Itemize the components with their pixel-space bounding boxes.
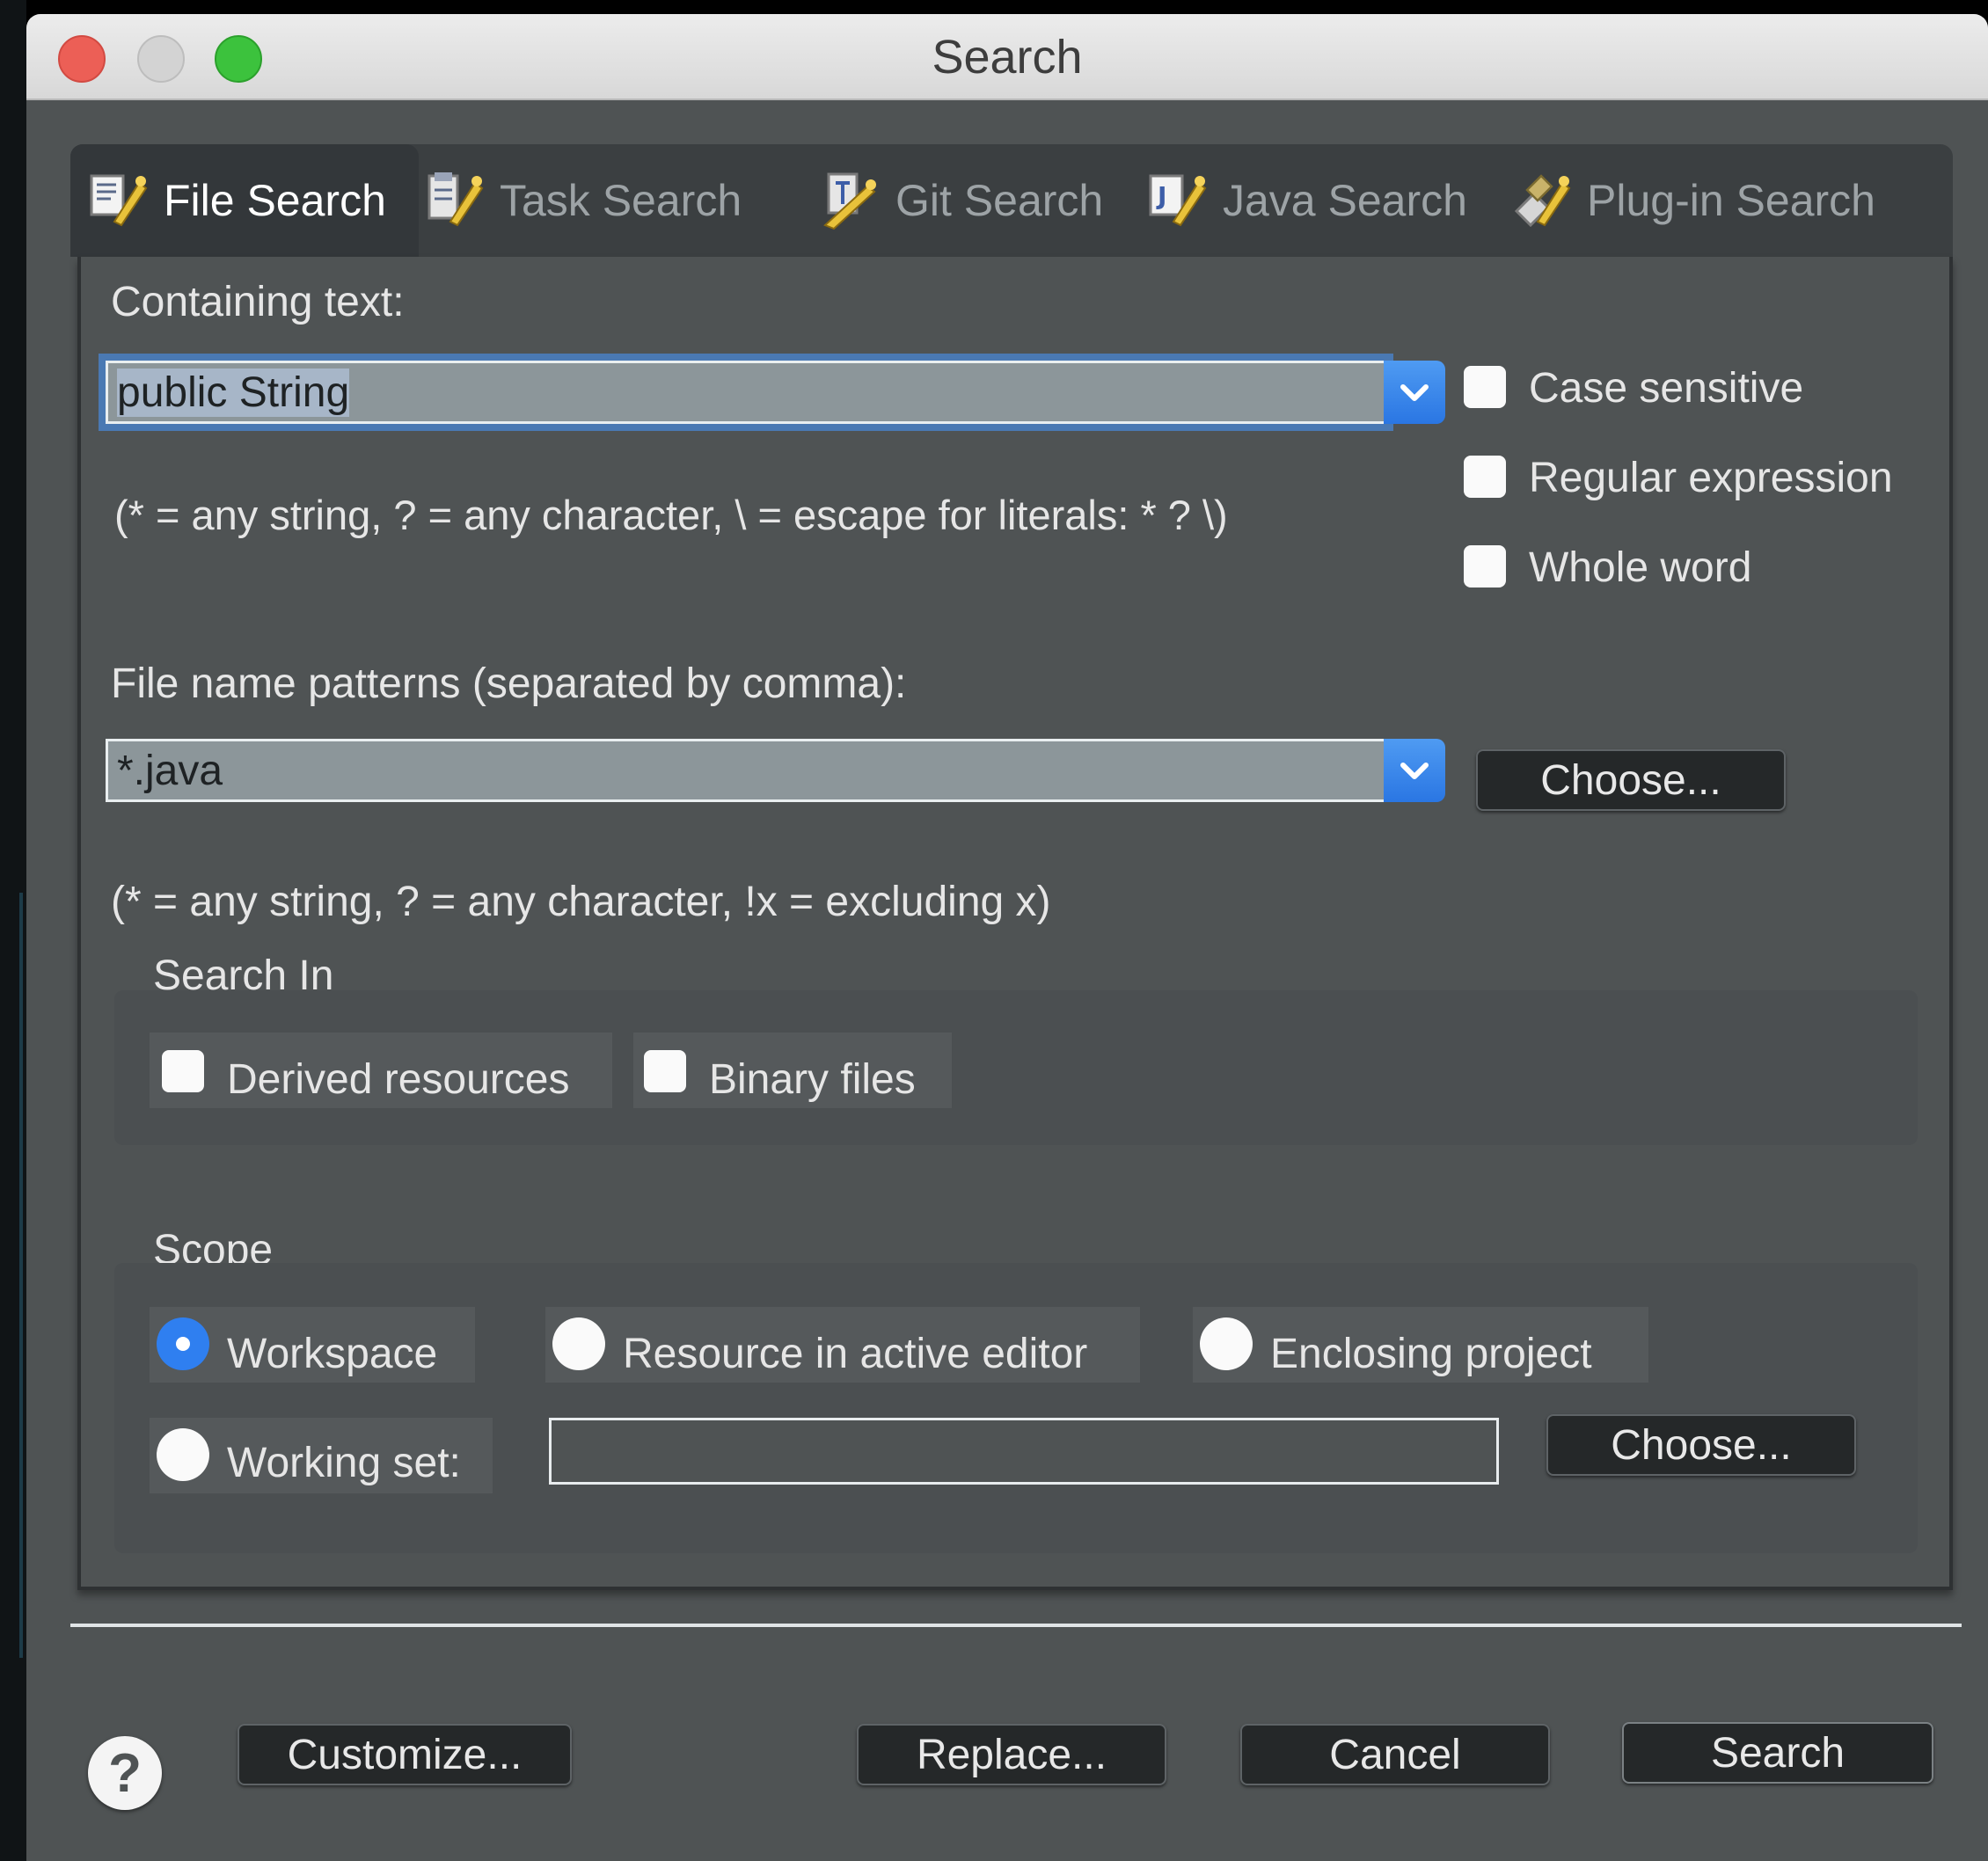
replace-button[interactable]: Replace... [857, 1724, 1166, 1785]
containing-text-hint: (* = any string, ? = any character, \ = … [114, 492, 1228, 538]
file-patterns-hint: (* = any string, ? = any character, !x =… [111, 879, 1051, 925]
help-icon[interactable]: ? [88, 1736, 162, 1810]
cancel-button[interactable]: Cancel [1240, 1724, 1550, 1785]
enclosing-project-radio[interactable] [1200, 1317, 1253, 1370]
binary-files-label: Binary files [709, 1056, 916, 1103]
search-tab-strip: File Search Task Search Git Search J Jav… [70, 144, 1953, 257]
window-title: Search [932, 31, 1083, 84]
working-set-radio[interactable] [157, 1428, 209, 1481]
file-patterns-label: File name patterns (separated by comma): [111, 660, 907, 707]
search-dialog: Search File Search Task Search Git Searc… [26, 14, 1988, 1861]
customize-button[interactable]: Customize... [238, 1724, 572, 1785]
case-sensitive-checkbox[interactable] [1464, 366, 1506, 408]
file-patterns-combo[interactable]: *.java [106, 739, 1445, 802]
background-window-edge [0, 0, 26, 1861]
chevron-down-icon [1400, 384, 1429, 401]
footer-separator [70, 1624, 1962, 1627]
task-search-icon [428, 172, 484, 227]
file-patterns-dropdown-button[interactable] [1384, 739, 1445, 802]
title-bar: Search [26, 14, 1988, 100]
enclosing-project-label: Enclosing project [1270, 1331, 1592, 1377]
search-button[interactable]: Search [1622, 1722, 1933, 1784]
svg-text:J: J [1156, 181, 1166, 210]
tab-label: Task Search [500, 176, 742, 225]
file-search-icon [90, 174, 148, 227]
background-window-accent [19, 893, 23, 1658]
file-patterns-value[interactable]: *.java [117, 747, 223, 795]
tab-task-search[interactable]: Task Search [422, 144, 742, 257]
derived-resources-label: Derived resources [227, 1056, 570, 1103]
containing-text-dropdown-button[interactable] [1384, 361, 1445, 424]
working-set-label: Working set: [227, 1440, 461, 1486]
containing-text-value[interactable]: public String [117, 369, 350, 417]
tab-git-search[interactable]: Git Search [818, 144, 1103, 257]
plugin-search-icon [1514, 174, 1571, 228]
resource-in-active-editor-label: Resource in active editor [623, 1331, 1088, 1377]
whole-word-label: Whole word [1529, 544, 1752, 591]
tab-label: Git Search [895, 176, 1104, 225]
choose-working-set-button[interactable]: Choose... [1546, 1414, 1856, 1476]
working-set-field[interactable] [549, 1418, 1499, 1485]
java-search-icon: J [1149, 174, 1207, 227]
tab-label: Plug-in Search [1587, 176, 1875, 225]
tab-label: File Search [164, 176, 386, 225]
regular-expression-checkbox[interactable] [1464, 456, 1506, 498]
tab-label: Java Search [1223, 176, 1467, 225]
workspace-label: Workspace [227, 1331, 438, 1377]
containing-text-label: Containing text: [111, 279, 405, 325]
binary-files-checkbox[interactable] [644, 1050, 686, 1092]
case-sensitive-label: Case sensitive [1529, 365, 1804, 412]
derived-resources-checkbox[interactable] [162, 1050, 204, 1092]
workspace-radio[interactable] [157, 1317, 209, 1370]
resource-in-active-editor-radio[interactable] [552, 1317, 605, 1370]
tab-java-search[interactable]: J Java Search [1145, 144, 1467, 257]
choose-file-patterns-button[interactable]: Choose... [1476, 749, 1786, 811]
whole-word-checkbox[interactable] [1464, 545, 1506, 587]
tab-file-search[interactable]: File Search [70, 144, 419, 257]
chevron-down-icon [1400, 763, 1429, 779]
regular-expression-label: Regular expression [1529, 455, 1893, 501]
containing-text-combo[interactable]: public String [106, 361, 1445, 424]
tab-plugin-search[interactable]: Plug-in Search [1509, 144, 1875, 257]
git-search-icon [823, 172, 876, 230]
